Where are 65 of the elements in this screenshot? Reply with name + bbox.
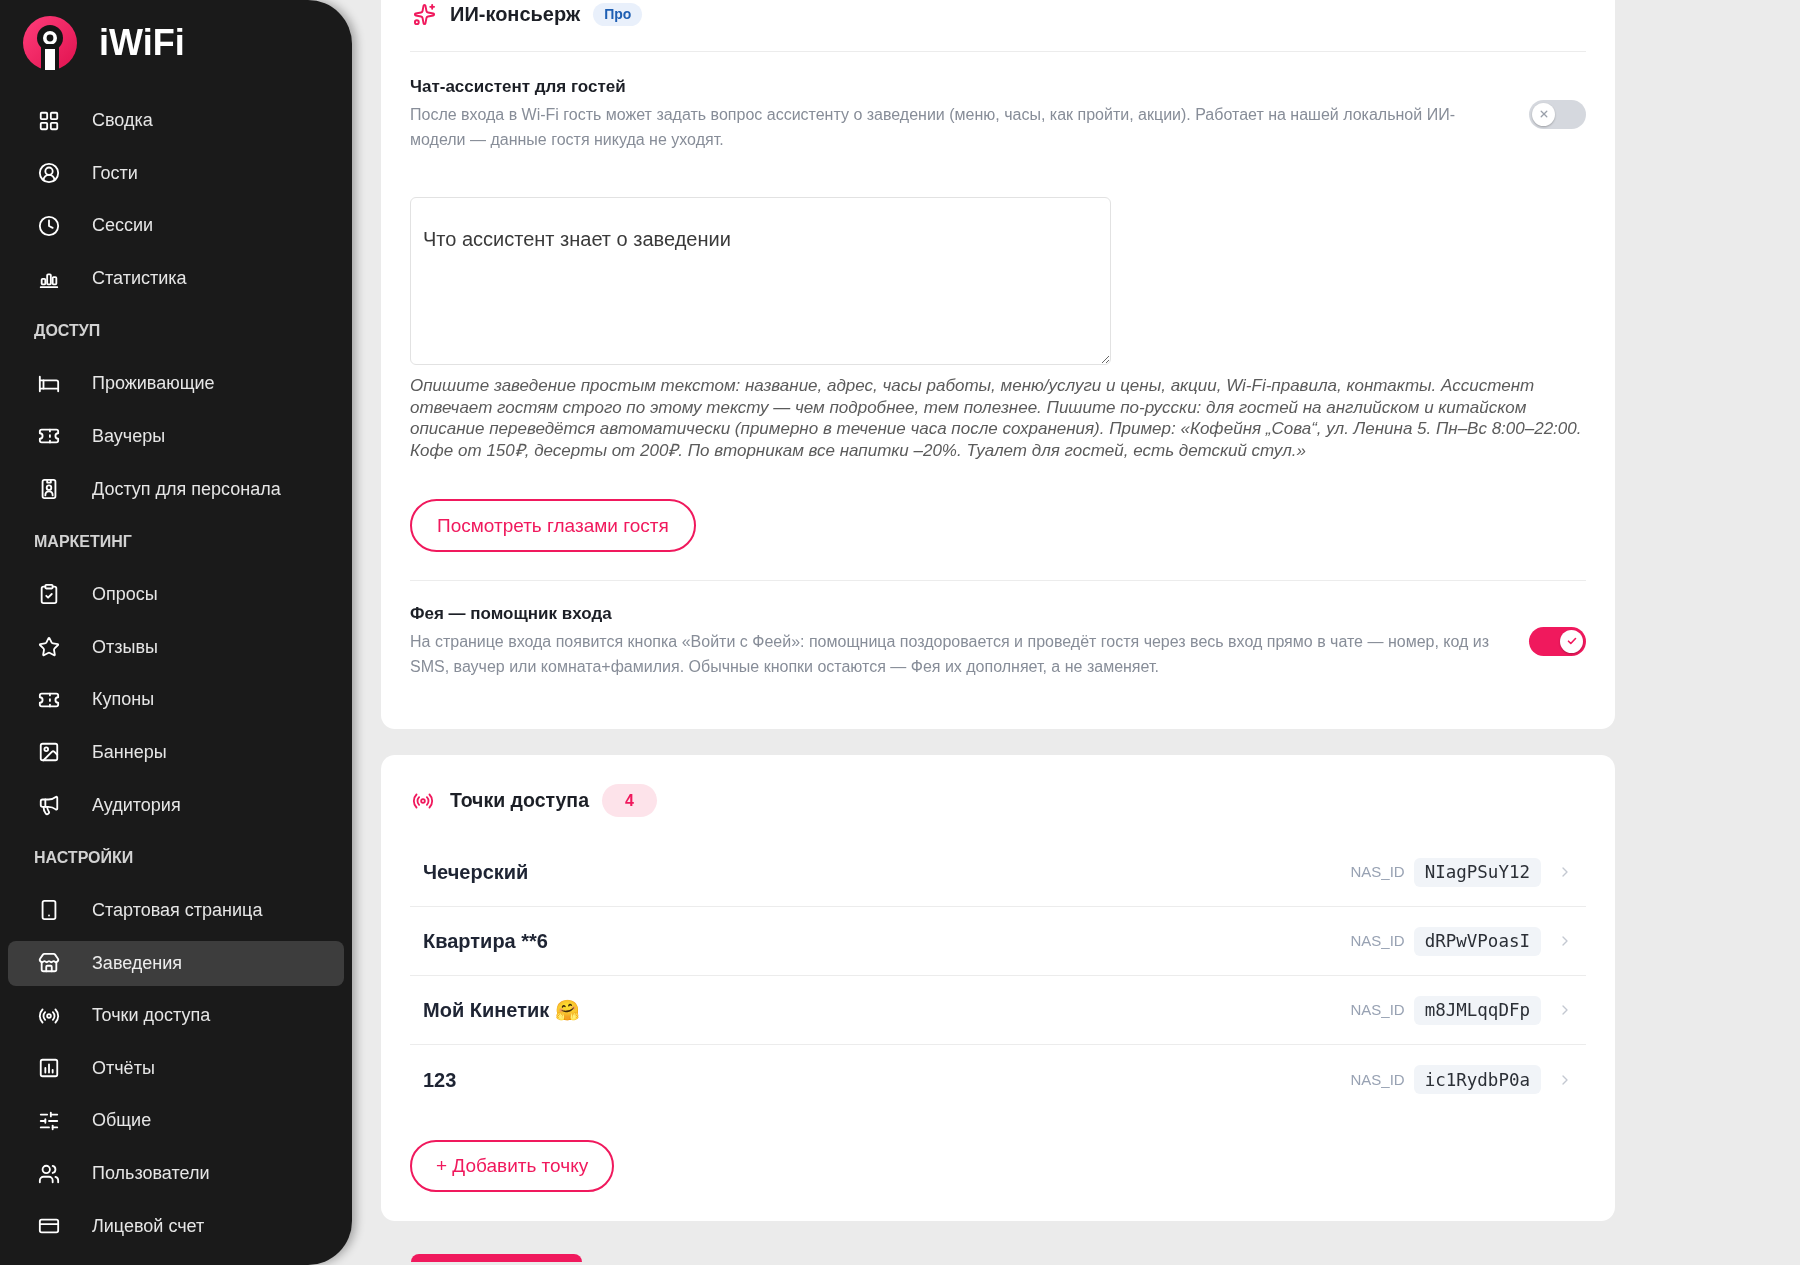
plan-badge: Про — [593, 2, 643, 26]
sidebar-item[interactable]: Отчёты — [8, 1045, 344, 1091]
preview-button[interactable]: Посмотреть глазами гостя — [410, 499, 696, 553]
sidebar-item[interactable]: Опросы — [8, 571, 344, 617]
add-point-button[interactable]: + Добавить точку — [410, 1140, 615, 1193]
section-title: Точки доступа — [450, 788, 589, 814]
megaphone-icon — [38, 794, 60, 817]
setting-description: После входа в Wi-Fi гость может задать вопрос ассистенту о заведении (меню, часы, как пройти, акции). Работает на нашей локальной ИИ-модели — данные гостя никуда не уходят. — [410, 105, 1456, 150]
sidebar-item[interactable]: Статистика — [8, 255, 344, 301]
sidebar-item[interactable]: Общие — [8, 1098, 344, 1144]
report-chart-icon — [38, 1057, 60, 1080]
section-title: ИИ-консьерж — [450, 2, 581, 27]
sidebar-item[interactable]: Пользователи — [8, 1151, 344, 1197]
check-icon — [1566, 636, 1577, 647]
user-circle-icon — [38, 162, 60, 185]
nas-id-label: NAS_ID — [1350, 862, 1405, 883]
section-heading: ДОСТУП — [34, 321, 101, 342]
section-heading: МАРКЕТИНГ — [34, 531, 132, 552]
nas-id-value: NIagPSuY12 — [1413, 857, 1541, 887]
nas-id-value: ic1RydbP0a — [1413, 1065, 1541, 1095]
access-point-name: Квартира **6 — [423, 929, 548, 955]
nas-id-label: NAS_ID — [1350, 1069, 1405, 1090]
setting-description: На странице входа появится кнопка «Войти с Феей»: помощница поздоровается и проведёт гостя через весь вход прямо в чате — номер, код из SMS, ваучер или комната+фамилия. Обычные кнопки остаются — Фея их дополняет, а не заменяет. — [410, 632, 1491, 678]
sidebar-item[interactable]: Стартовая страница — [8, 887, 344, 933]
help-text: Опишите заведение простым текстом: название, адрес, часы работы, меню/услуги и цены, акции, Wi-Fi-правила, контакты. Ассистент отвечает гостям строго по этому тексту — чем подробнее, тем полезнее. Пишите по-русски: для гостей на английском и китайском описание переведётся автоматически (примерно в течение часа после сохранения). Пример: «Кофейня „Сова“, ул. Ленина 5. Пн–Вс 8:00–22:00. Кофе от 150₽, десерты от 200₽. По вторникам все напитки –20%. Туалет для гостей, есть детский стул.» — [410, 375, 1583, 462]
access-point-name: Чечерский — [423, 860, 529, 886]
star-icon — [38, 636, 60, 659]
clock-icon — [38, 214, 60, 237]
nas-id-value: m8JMLqqDFp — [1413, 995, 1541, 1025]
section-heading: НАСТРОЙКИ — [34, 847, 134, 868]
sidebar-item[interactable]: Проживающие — [8, 361, 344, 407]
brand-name: iWiFi — [99, 21, 185, 65]
cross-icon — [1539, 110, 1548, 118]
sidebar-item[interactable]: Купоны — [8, 677, 344, 723]
toggle-switch[interactable] — [1529, 99, 1586, 129]
sidebar-item[interactable]: Доступ для персонала — [8, 466, 344, 512]
nas-id-label: NAS_ID — [1350, 1000, 1405, 1021]
description-field[interactable]: Что ассистент знает о заведении — [410, 197, 1111, 365]
sidebar-item[interactable]: Баннеры — [8, 729, 344, 775]
sparkles-icon — [413, 2, 436, 26]
clipboard-check-icon — [38, 583, 60, 606]
store-icon — [38, 952, 60, 974]
partial-button[interactable] — [411, 1254, 582, 1263]
grid-icon — [38, 109, 60, 132]
users-icon — [38, 1162, 60, 1185]
sidebar-item[interactable]: Гости — [8, 150, 344, 196]
sidebar-item[interactable]: Аудитория — [8, 782, 344, 828]
sidebar-item[interactable]: Сессии — [8, 203, 344, 249]
logo-icon — [23, 16, 77, 70]
setting-title: Чат-ассистент для гостей — [410, 76, 627, 98]
sidebar-item[interactable]: Заведения — [8, 940, 344, 986]
access-point-name: 123 — [423, 1067, 457, 1093]
nas-id-value: dRPwVPoasI — [1413, 926, 1541, 956]
toggle-switch[interactable] — [1529, 626, 1586, 656]
access-point-name: Мой Кинетик 🤗 — [423, 998, 580, 1024]
image-icon — [38, 741, 60, 764]
count-badge: 4 — [602, 784, 657, 818]
sidebar-item[interactable]: Ваучеры — [8, 413, 344, 459]
sidebar-item[interactable]: Лицевой счет — [8, 1203, 344, 1249]
sidebar-item[interactable]: Отзывы — [8, 624, 344, 670]
nas-id-label: NAS_ID — [1350, 931, 1405, 952]
sliders-icon — [38, 1109, 60, 1132]
sidebar-item[interactable]: Точки доступа — [8, 993, 344, 1039]
setting-title: Фея — помощник входа — [410, 603, 613, 626]
sidebar-item[interactable]: Сводка — [8, 98, 344, 143]
